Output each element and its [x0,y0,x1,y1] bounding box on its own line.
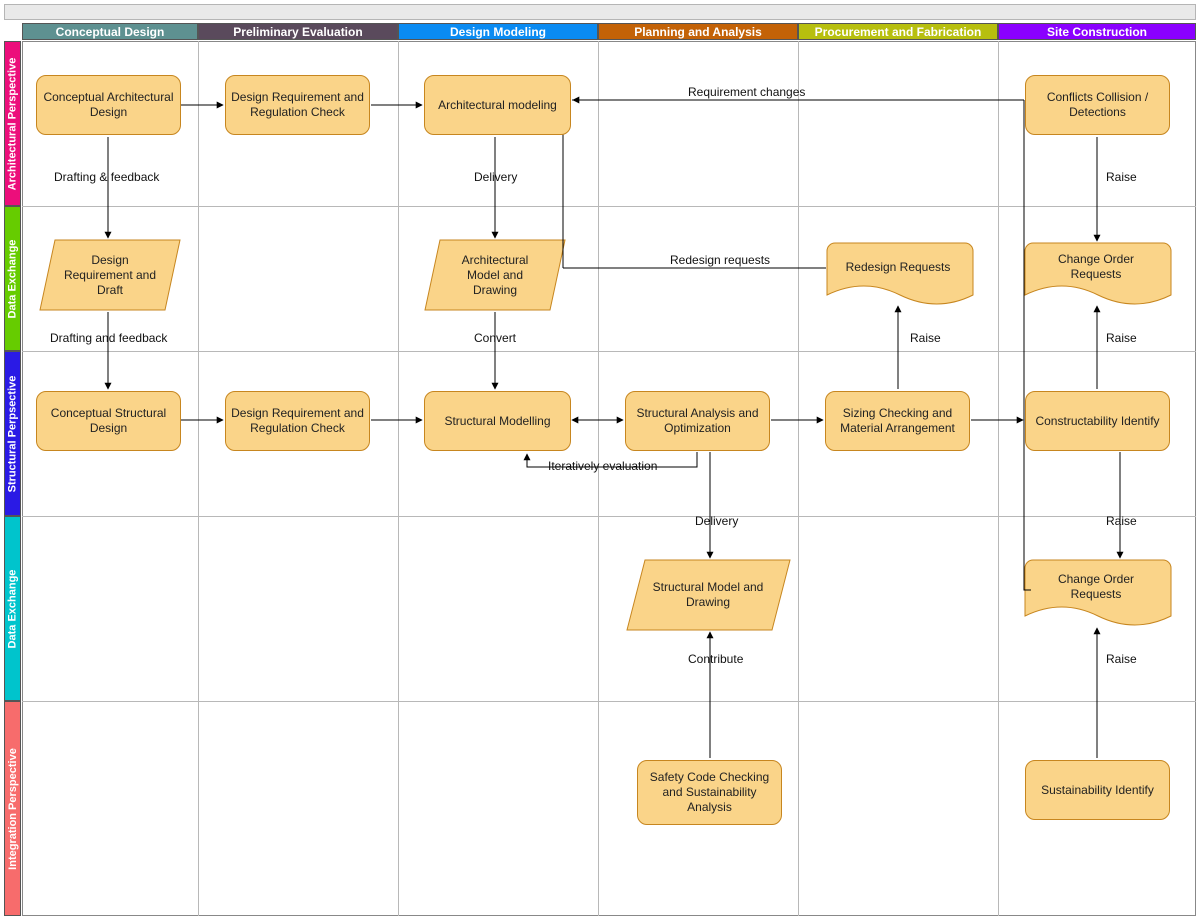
edge-label: Raise [1106,170,1137,184]
gridline [198,41,199,916]
gridline [22,701,1196,702]
row-head-1: Data Exchange [4,206,21,351]
node-design-req-check-1: Design Requirement and Regulation Check [225,75,370,135]
node-conflicts-collision: Conflicts Collision / Detections [1025,75,1170,135]
row-head-2: Structural Perpsective [4,351,21,516]
node-change-order-1: Change Order Requests [1030,246,1162,288]
col-head-0: Conceptual Design [22,23,198,40]
col-head-1: Preliminary Evaluation [198,23,398,40]
node-arch-model-drawing: Architectural Model and Drawing [440,244,550,306]
gridline [398,41,399,916]
row-head-0: Architectural Perspective [4,41,21,206]
node-design-req-check-2: Design Requirement and Regulation Check [225,391,370,451]
node-redesign-requests: Redesign Requests [832,246,964,288]
node-conceptual-arch-design: Conceptual Architectural Design [36,75,181,135]
edge-label: Drafting & feedback [54,170,159,184]
edge-label: Redesign requests [670,253,770,267]
gridline [22,516,1196,517]
node-sizing-checking: Sizing Checking and Material Arrangement [825,391,970,451]
edge-label: Drafting and feedback [50,331,167,345]
gridline [598,41,599,916]
edge-label: Raise [910,331,941,345]
node-structural-analysis: Structural Analysis and Optimization [625,391,770,451]
gridline [798,41,799,916]
col-head-5: Site Construction [998,23,1196,40]
edge-label: Delivery [474,170,517,184]
node-design-req-draft: Design Requirement and Draft [55,244,165,306]
col-head-2: Design Modeling [398,23,598,40]
gridline [22,206,1196,207]
edge-label: Raise [1106,331,1137,345]
gridline [998,41,999,916]
edge-label: Contribute [688,652,743,666]
row-head-4: Integration Perspective [4,701,21,916]
row-head-3: Data Exchange [4,516,21,701]
node-constructability: Constructability Identify [1025,391,1170,451]
col-head-3: Planning and Analysis [598,23,798,40]
node-change-order-2: Change Order Requests [1030,564,1162,610]
edge-label: Raise [1106,514,1137,528]
col-head-4: Procurement and Fabrication [798,23,998,40]
node-arch-modeling: Architectural modeling [424,75,571,135]
edge-label: Convert [474,331,516,345]
edge-label: Delivery [695,514,738,528]
node-struct-model-drawing: Structural Model and Drawing [648,564,768,626]
node-safety-sustainability: Safety Code Checking and Sustainability … [637,760,782,825]
node-conceptual-struct-design: Conceptual Structural Design [36,391,181,451]
edge-label: Iteratively evaluation [548,459,657,473]
node-sustainability-identify: Sustainability Identify [1025,760,1170,820]
edge-label: Requirement changes [688,85,805,99]
window-titlebar [4,4,1196,20]
node-structural-modelling: Structural Modelling [424,391,571,451]
gridline [22,351,1196,352]
edge-label: Raise [1106,652,1137,666]
